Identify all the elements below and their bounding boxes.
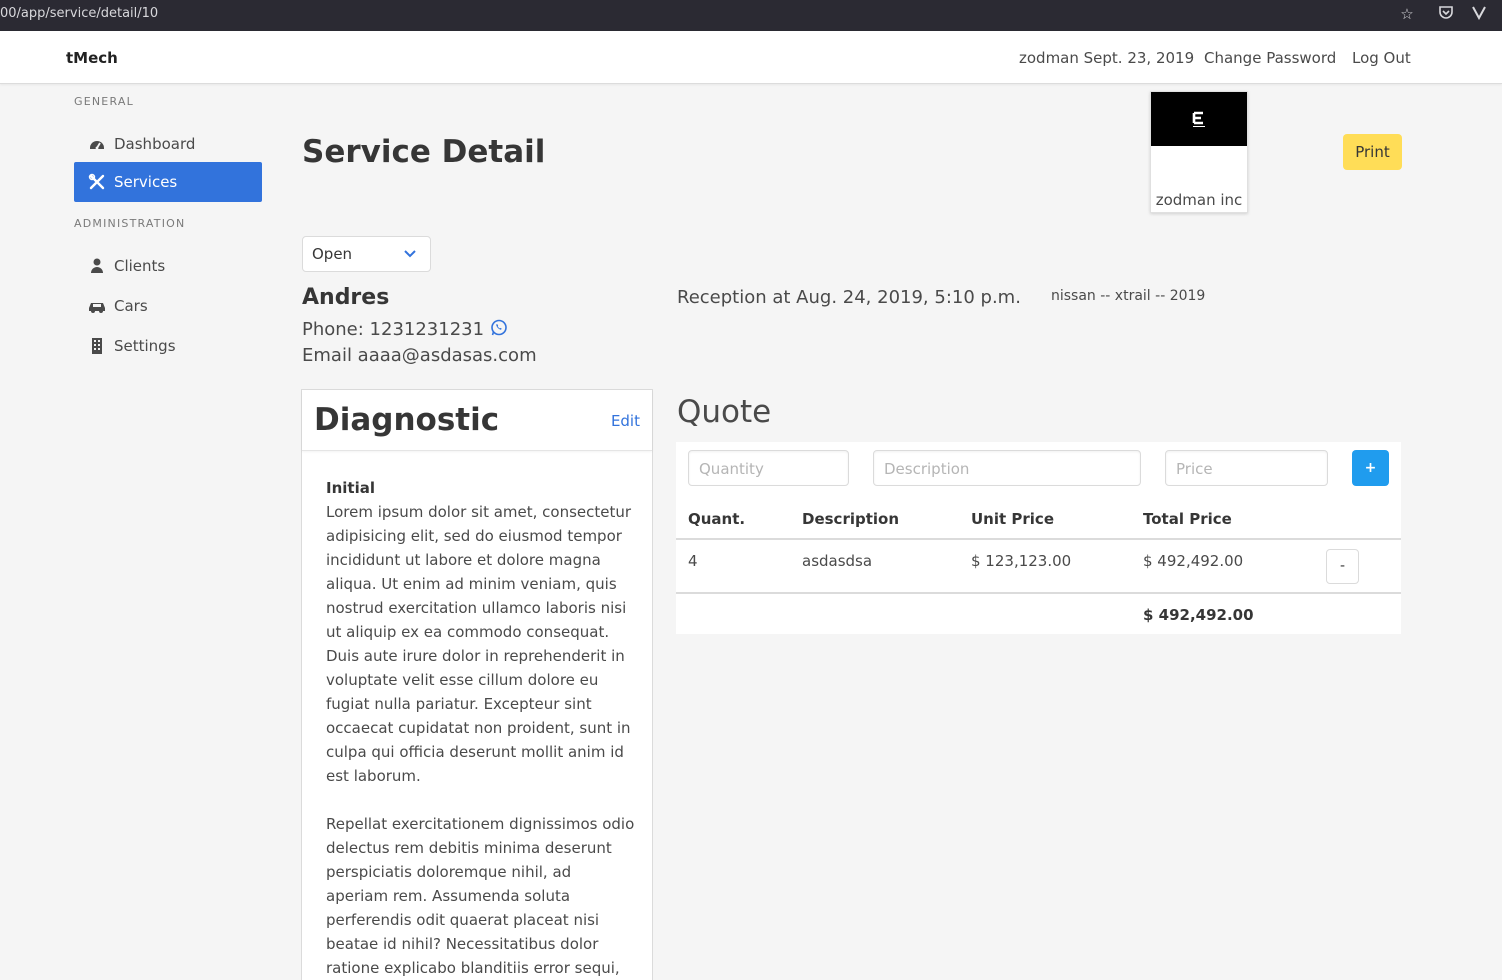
quote-title: Quote xyxy=(677,394,772,430)
table-header-divider xyxy=(676,538,1401,540)
chevron-down-icon xyxy=(404,250,416,258)
diagnostic-title: Diagnostic xyxy=(314,402,500,438)
diagnostic-body: Initial Lorem ipsum dolor sit amet, cons… xyxy=(326,476,638,980)
menu-label-general: GENERAL xyxy=(74,95,134,108)
user-date-link[interactable]: zodman Sept. 23, 2019 xyxy=(1019,49,1194,67)
grand-total: $ 492,492.00 xyxy=(1143,606,1254,624)
quantity-input[interactable]: Quantity xyxy=(688,450,849,486)
building-icon xyxy=(92,338,102,354)
row-description: asdasdsa xyxy=(802,552,873,570)
print-button[interactable]: Print xyxy=(1343,134,1402,170)
sidebar-item-label: Dashboard xyxy=(114,135,196,153)
sidebar-item-cars[interactable]: Cars xyxy=(74,286,262,326)
logout-link[interactable]: Log Out xyxy=(1352,49,1411,67)
whatsapp-icon[interactable] xyxy=(490,319,508,337)
brand-logo[interactable]: tMech xyxy=(66,49,118,67)
sidebar-item-label: Clients xyxy=(114,257,166,275)
car-info: nissan -- xtrail -- 2019 xyxy=(1051,288,1206,304)
client-phone: Phone: 1231231231 xyxy=(302,319,485,340)
status-value: Open xyxy=(312,245,353,263)
star-icon[interactable]: ☆ xyxy=(1397,4,1417,24)
sidebar-item-clients[interactable]: Clients xyxy=(74,246,262,286)
column-header-unit-price: Unit Price xyxy=(971,510,1054,528)
top-navbar: tMech zodman Sept. 23, 2019 Change Passw… xyxy=(0,31,1502,84)
diagnostic-header: Diagnostic Edit xyxy=(302,390,652,451)
diagnostic-paragraph: Lorem ipsum dolor sit amet, consectetur … xyxy=(326,503,632,785)
row-quantity: 4 xyxy=(688,552,698,570)
add-item-button[interactable]: + xyxy=(1352,450,1389,486)
price-input[interactable]: Price xyxy=(1165,450,1328,486)
sidebar-item-label: Settings xyxy=(114,337,176,355)
car-icon xyxy=(89,303,105,313)
column-header-description: Description xyxy=(802,510,900,528)
client-name: Andres xyxy=(302,285,390,310)
row-total-price: $ 492,492.00 xyxy=(1143,552,1244,570)
browser-toolbar: 00/app/service/detail/10 ☆ xyxy=(0,0,1502,31)
diagnostic-card: Diagnostic Edit Initial Lorem ipsum dolo… xyxy=(301,389,653,980)
page-title: Service Detail xyxy=(302,134,546,170)
tools-icon xyxy=(88,173,105,190)
diagnostic-edit-link[interactable]: Edit xyxy=(611,412,640,430)
table-footer-divider xyxy=(676,592,1401,594)
pocket-icon[interactable] xyxy=(1436,4,1456,24)
company-name: zodman inc xyxy=(1155,191,1243,209)
dashboard-icon xyxy=(90,141,104,150)
address-bar[interactable]: 00/app/service/detail/10 xyxy=(0,6,158,21)
status-select[interactable]: Open xyxy=(302,236,431,272)
sidebar-item-dashboard[interactable]: Dashboard xyxy=(74,124,262,164)
user-icon xyxy=(91,258,103,273)
client-email: Email aaaa@asdasas.com xyxy=(302,345,537,366)
sidebar-item-label: Cars xyxy=(114,297,148,315)
description-input[interactable]: Description xyxy=(873,450,1141,486)
diagnostic-subtitle: Initial xyxy=(326,479,375,497)
vivaldi-menu-icon[interactable] xyxy=(1469,4,1489,24)
column-header-total-price: Total Price xyxy=(1143,510,1232,528)
menu-label-administration: ADMINISTRATION xyxy=(74,217,186,230)
remove-item-button[interactable]: - xyxy=(1326,549,1359,584)
change-password-link[interactable]: Change Password xyxy=(1204,49,1336,67)
row-unit-price: $ 123,123.00 xyxy=(971,552,1072,570)
company-card: zodman inc xyxy=(1150,91,1248,213)
client-phone-line: Phone: 1231231231 xyxy=(302,319,508,340)
sidebar-item-services[interactable]: Services xyxy=(74,162,262,202)
company-logo xyxy=(1151,92,1247,146)
quote-panel: Quantity Description Price + Quant. Desc… xyxy=(676,442,1401,634)
reception-date: Reception at Aug. 24, 2019, 5:10 p.m. xyxy=(677,287,1021,308)
sidebar-item-settings[interactable]: Settings xyxy=(74,326,262,366)
column-header-quantity: Quant. xyxy=(688,510,746,528)
sidebar-item-label: Services xyxy=(114,173,178,191)
diagnostic-paragraph: Repellat exercitationem dignissimos odio… xyxy=(326,815,635,977)
